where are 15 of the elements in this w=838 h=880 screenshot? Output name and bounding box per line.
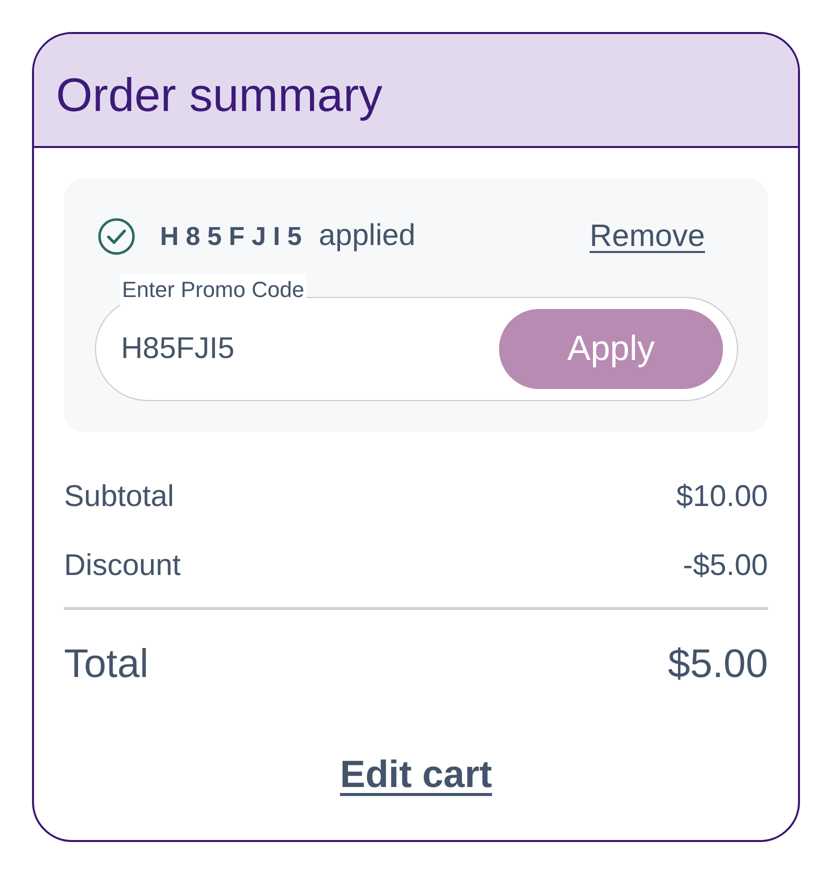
line-label: Discount xyxy=(64,549,181,583)
remove-link[interactable]: Remove xyxy=(590,218,705,254)
applied-status-text: applied xyxy=(318,219,416,253)
promo-code-text: H85FJI5 xyxy=(160,220,309,252)
total-label: Total xyxy=(64,642,148,686)
field-label: Enter Promo Code xyxy=(120,274,306,306)
edit-cart-link[interactable]: Edit cart xyxy=(340,753,492,797)
field-value: H85FJI5 xyxy=(121,332,236,366)
line-label: Subtotal xyxy=(64,480,174,514)
total-amount: $5.00 xyxy=(668,642,768,686)
line-amount: -$5.00 xyxy=(682,549,768,583)
check-circle-icon xyxy=(98,218,135,254)
promo-code-field[interactable]: Enter Promo Code H85FJI5 Apply xyxy=(95,274,738,401)
card-title: Order summary xyxy=(56,68,382,122)
line-amount: $10.00 xyxy=(676,480,768,514)
